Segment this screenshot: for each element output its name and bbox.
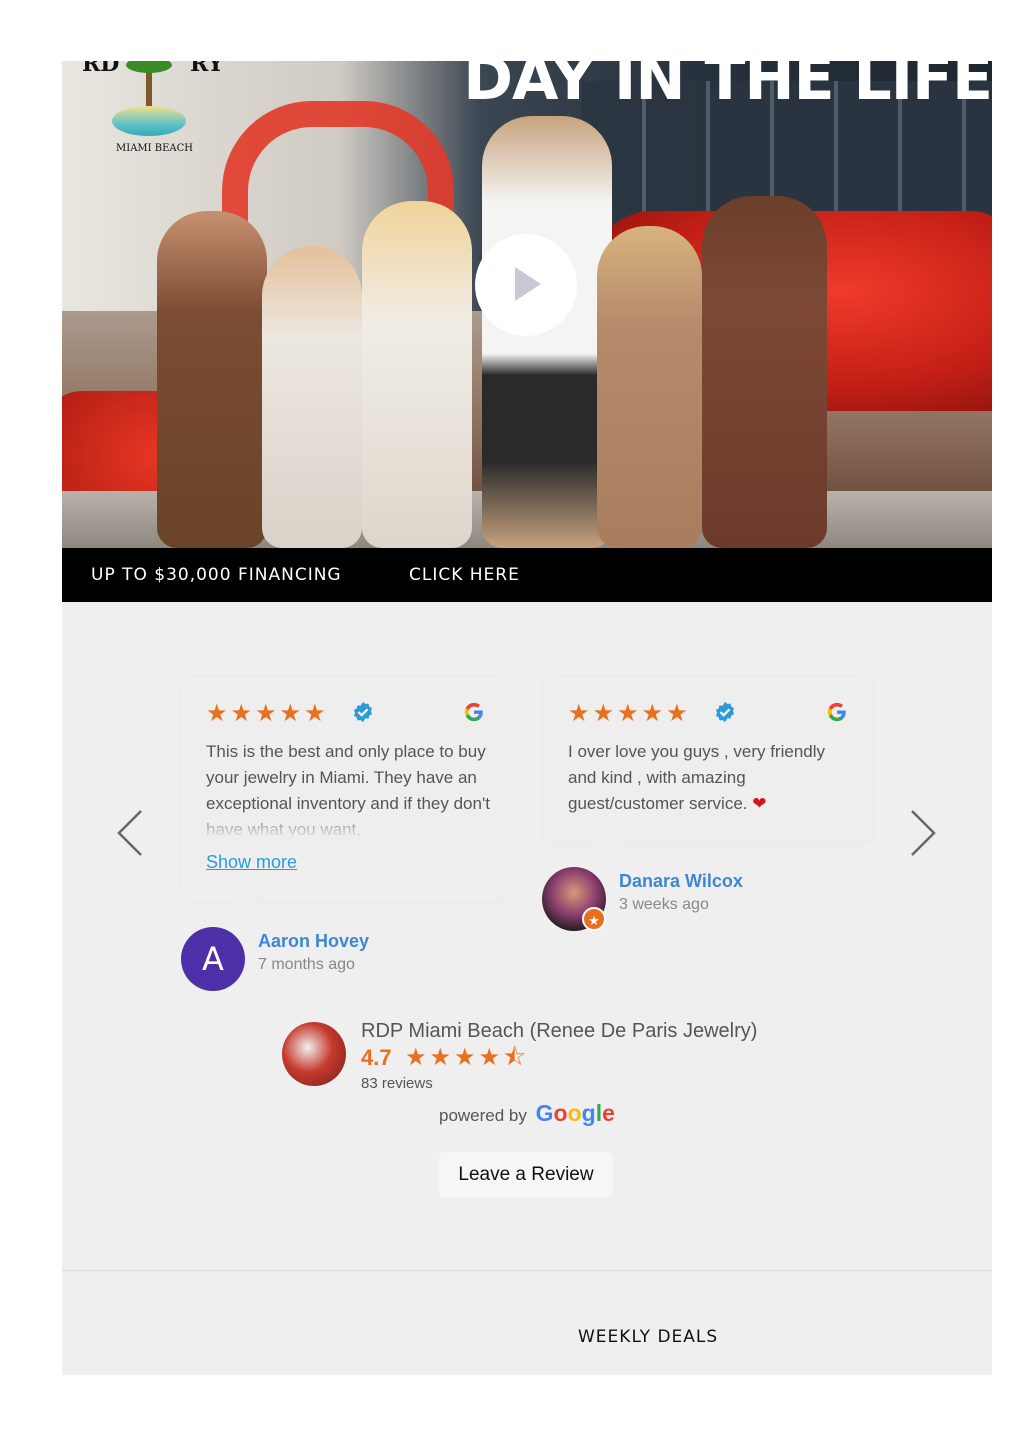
review-count[interactable]: 83 reviews — [361, 1075, 433, 1092]
review-stars: ★ ★ ★ ★ ★ — [206, 701, 326, 725]
click-here-link[interactable]: CLICK HERE — [409, 548, 520, 602]
hero-person — [262, 246, 362, 548]
hero-person — [597, 226, 702, 548]
show-more-link[interactable]: Show more — [206, 852, 297, 873]
star-icon: ★ — [429, 1043, 452, 1071]
powered-by-google: powered by Google — [439, 1100, 615, 1127]
hero-person — [702, 196, 827, 548]
google-logo-icon: Google — [535, 1100, 615, 1126]
star-icon: ★ — [617, 699, 639, 727]
business-name[interactable]: RDP Miami Beach (Renee De Paris Jewelry) — [361, 1020, 757, 1043]
logo-arc-left: RD — [82, 61, 120, 77]
card-tail — [234, 902, 258, 916]
star-icon: ★ — [206, 699, 228, 727]
star-icon: ★ — [666, 699, 688, 727]
weekly-deals-heading: WEEKLY DEALS — [578, 1327, 719, 1347]
brand-logo: RD RY MIAMI BEACH — [82, 61, 232, 171]
star-icon: ★ — [304, 699, 326, 727]
heart-icon: ❤ — [752, 794, 767, 813]
star-icon: ★ — [405, 1043, 427, 1071]
star-icon: ★ — [230, 699, 253, 727]
verified-icon — [353, 701, 373, 723]
hero-video[interactable]: DAY IN THE LIFE RD RY MIAMI BEACH — [62, 61, 992, 548]
star-icon: ★ — [592, 699, 615, 727]
powered-by-text: powered by — [439, 1106, 527, 1125]
logo-subtitle: MIAMI BEACH — [116, 143, 194, 154]
review-date: 3 weeks ago — [619, 896, 709, 913]
financing-banner: UP TO $30,000 FINANCING CLICK HERE — [62, 548, 992, 602]
reviewer-name[interactable]: Danara Wilcox — [619, 871, 743, 892]
palm-leaves-icon — [126, 61, 172, 73]
review-text-body: I over love you guys , very friendly and… — [568, 742, 826, 813]
financing-text: UP TO $30,000 FINANCING — [91, 565, 342, 585]
hero-title: DAY IN THE LIFE — [463, 61, 992, 114]
play-icon — [515, 267, 541, 301]
star-icon: ★ — [641, 699, 664, 727]
business-rating: 4.7 — [361, 1045, 392, 1070]
star-icon: ★ — [255, 699, 277, 727]
verified-icon — [715, 701, 735, 723]
star-icon: ★ — [279, 699, 302, 727]
business-summary: RDP Miami Beach (Renee De Paris Jewelry)… — [282, 1020, 802, 1092]
chevron-right-icon[interactable] — [908, 808, 938, 858]
review-stars: ★ ★ ★ ★ ★ — [568, 701, 688, 725]
local-guide-star-icon: ★ — [582, 907, 606, 931]
google-icon — [464, 702, 483, 722]
card-tail — [596, 842, 620, 856]
logo-arc-right: RY — [190, 61, 224, 77]
page: DAY IN THE LIFE RD RY MIAMI BEACH UP TO … — [62, 61, 992, 1375]
hero-person — [157, 211, 267, 548]
business-photo — [282, 1022, 346, 1086]
hero-person — [482, 116, 612, 548]
play-button[interactable] — [475, 234, 577, 336]
review-text: I over love you guys , very friendly and… — [568, 739, 853, 817]
half-star-icon: ⯪ — [503, 1043, 526, 1071]
island-icon — [112, 106, 186, 136]
star-icon: ★ — [454, 1043, 476, 1071]
hero-person — [362, 201, 472, 548]
weekly-deals-section: WEEKLY DEALS — [62, 1271, 992, 1375]
review-card: ★ ★ ★ ★ ★ This is the best and only plac… — [182, 677, 509, 902]
avatar: A — [181, 927, 245, 991]
business-stars: ★ ★ ★ ★ ⯪ — [405, 1045, 526, 1069]
star-icon: ★ — [568, 699, 590, 727]
review-text: This is the best and only place to buy y… — [206, 742, 490, 839]
review-card: ★ ★ ★ ★ ★ I over love you guys , very fr… — [544, 677, 872, 842]
star-icon: ★ — [478, 1043, 501, 1071]
chevron-left-icon[interactable] — [115, 808, 145, 858]
reviewer-name[interactable]: Aaron Hovey — [258, 931, 369, 952]
reviews-widget: ★ ★ ★ ★ ★ This is the best and only plac… — [62, 602, 992, 1272]
review-date: 7 months ago — [258, 956, 355, 973]
leave-review-button[interactable]: Leave a Review — [439, 1152, 613, 1198]
google-icon — [827, 702, 846, 722]
